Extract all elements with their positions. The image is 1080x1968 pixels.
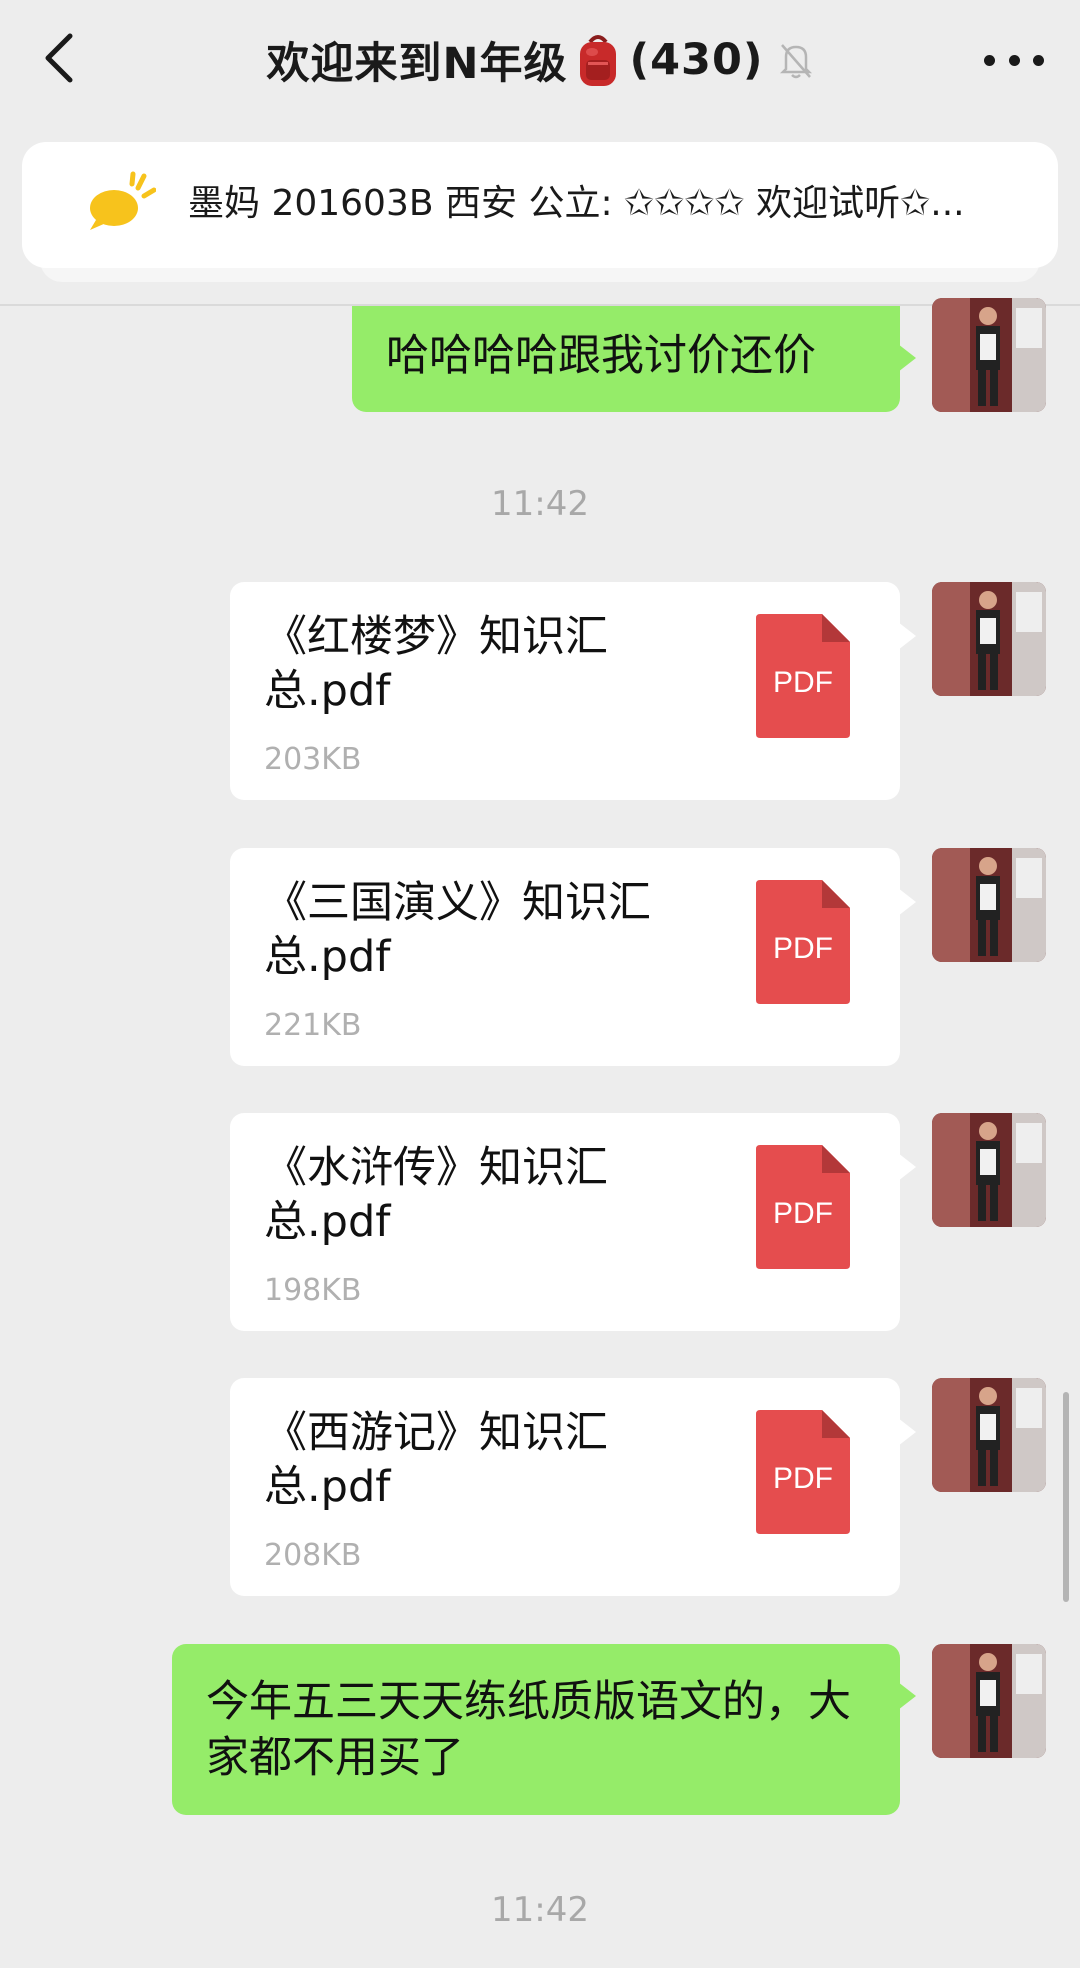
pdf-file-icon: PDF [756,880,850,1004]
avatar[interactable] [932,1378,1046,1492]
message-text: 哈哈哈哈跟我讨价还价 [386,331,816,381]
file-name: 《水浒传》知识汇总.pdf [264,1143,608,1247]
backpack-emoji-icon [575,32,621,88]
pdf-file-icon: PDF [756,614,850,738]
chat-title: 欢迎来到N年级 (430) [0,26,1080,94]
avatar[interactable] [932,1644,1046,1758]
file-message[interactable]: 《水浒传》知识汇总.pdf 198KB PDF [230,1113,916,1331]
chat-screen: 欢迎来到N年级 (430) 墨妈 201603B 西安 公立: ✩✩✩✩ 欢迎试… [0,0,1080,1968]
file-size: 208KB [264,1538,362,1573]
avatar[interactable] [932,848,1046,962]
group-name: 欢迎来到N年级 [266,39,568,89]
file-message[interactable]: 《西游记》知识汇总.pdf 208KB PDF [230,1378,916,1596]
speech-bubble-icon [90,171,156,230]
file-size: 221KB [264,1008,362,1043]
message-text: 今年五三天天练纸质版语文的，大家都不用买了 [206,1677,851,1783]
scrollbar[interactable] [1063,1392,1069,1602]
file-message[interactable]: 《红楼梦》知识汇总.pdf 203KB PDF [230,582,916,800]
file-name: 《红楼梦》知识汇总.pdf [264,612,608,716]
file-name: 《西游记》知识汇总.pdf [264,1408,608,1512]
svg-text:PDF: PDF [773,666,833,699]
more-dots-icon [984,54,995,66]
message-bubble[interactable]: 今年五三天天练纸质版语文的，大家都不用买了 [172,1644,916,1815]
group-announcement[interactable]: 墨妈 201603B 西安 公立: ✩✩✩✩ 欢迎试听✩... [22,142,1058,268]
chat-header: 欢迎来到N年级 (430) [0,0,1080,128]
file-name: 《三国演义》知识汇总.pdf [264,878,651,982]
announcement-text: 墨妈 201603B 西安 公立: ✩✩✩✩ 欢迎试听✩... [188,183,965,224]
file-size: 203KB [264,742,362,777]
more-options-button[interactable] [984,40,1044,80]
file-size: 198KB [264,1273,362,1308]
svg-text:PDF: PDF [773,932,833,965]
avatar[interactable] [932,582,1046,696]
avatar[interactable] [932,1113,1046,1227]
svg-text:PDF: PDF [773,1197,833,1230]
timestamp: 11:42 [491,1890,589,1930]
pdf-file-icon: PDF [756,1410,850,1534]
avatar[interactable] [932,298,1046,412]
message-bubble[interactable]: 哈哈哈哈跟我讨价还价 [352,306,916,412]
member-count: (430) [629,35,764,85]
timestamp: 11:42 [491,484,589,524]
file-message[interactable]: 《三国演义》知识汇总.pdf 221KB PDF [230,848,916,1066]
svg-text:PDF: PDF [773,1462,833,1495]
bell-slash-icon [778,39,814,81]
pdf-file-icon: PDF [756,1145,850,1269]
